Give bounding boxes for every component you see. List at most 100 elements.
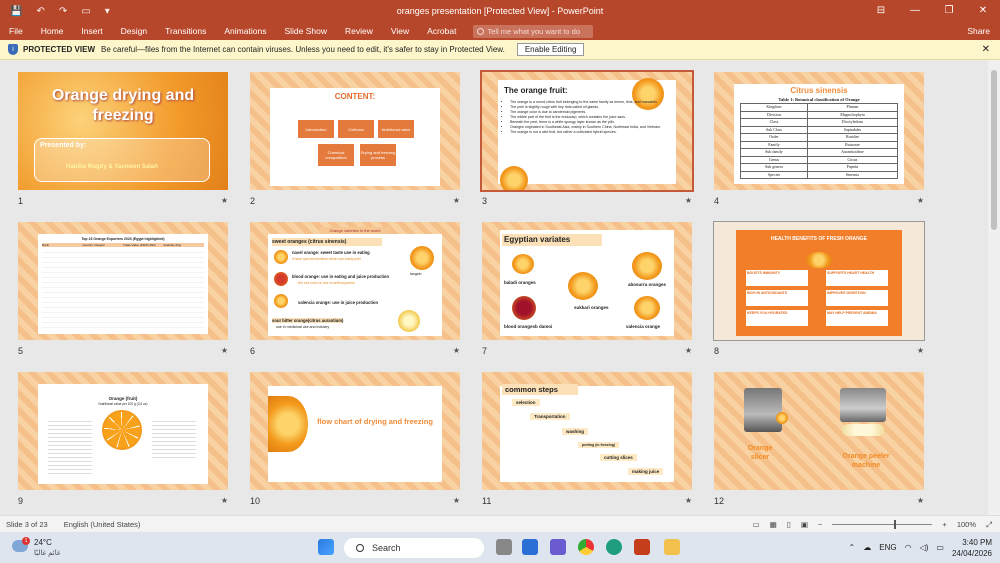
input-language[interactable]: ENG <box>879 543 896 552</box>
table-header: Country / Region <box>82 243 106 247</box>
slide-text: sour bitter orange(citrus aurantium) <box>272 318 344 323</box>
mail-icon[interactable] <box>522 539 538 555</box>
tab-transitions[interactable]: Transitions <box>156 22 215 40</box>
slide-title: Top 15 Orange Exporters 2023 (Egypt high… <box>81 237 165 241</box>
redo-icon[interactable]: ↷ <box>59 6 67 17</box>
save-icon[interactable]: 💾 <box>10 6 22 17</box>
content-box: Chemical composition <box>318 144 354 166</box>
table-cell: Sub family <box>740 148 808 157</box>
enable-editing-button[interactable]: Enable Editing <box>516 43 585 56</box>
benefit-card: MAY HELP PREVENT ANEMIA <box>826 310 888 326</box>
close-button[interactable]: ✕ <box>966 0 1000 22</box>
slide-text: Habiba Magdy & Yasmeen Salah <box>66 164 158 170</box>
content-box: Nutritional value <box>378 120 414 138</box>
slide-title: Egyptian variates <box>502 234 602 246</box>
peeler-machine-image <box>840 388 886 422</box>
status-bar: Slide 3 of 23 English (United States) ▭ … <box>0 515 1000 532</box>
chrome-icon[interactable] <box>578 539 594 555</box>
slide-thumbnail-8[interactable]: HEALTH BENEFITS OF FRESH ORANGE BOOSTS I… <box>713 221 925 356</box>
slide-number: 1 <box>18 196 24 206</box>
transition-star-icon: ★ <box>452 496 460 505</box>
normal-view-icon[interactable]: ▭ <box>753 520 760 529</box>
vertical-scrollbar[interactable] <box>988 60 1000 515</box>
reading-view-icon[interactable]: ▯ <box>787 520 791 529</box>
variety-label: valencia orange <box>626 324 661 329</box>
tab-insert[interactable]: Insert <box>72 22 111 40</box>
minimize-button[interactable]: — <box>898 0 932 22</box>
tell-me-search[interactable]: Tell me what you want to do <box>473 24 594 38</box>
taskbar-search[interactable]: Search <box>344 538 484 558</box>
weather-widget[interactable]: 1 24°C غائم غالبًا <box>10 536 90 560</box>
slide-text: tangelo <box>410 272 422 276</box>
machine-label: Orange slicer <box>747 445 773 461</box>
slide-thumbnail-2[interactable]: CONTENT: Introduction Cultivars Nutritio… <box>250 72 460 206</box>
zoom-slider[interactable] <box>832 520 933 529</box>
slide-thumbnail-3[interactable]: The orange fruit: The orange is a round … <box>480 70 694 206</box>
teams-icon[interactable] <box>550 539 566 555</box>
table-row: Family Rutaceae <box>740 140 899 149</box>
tab-design[interactable]: Design <box>112 22 156 40</box>
battery-icon[interactable]: ▭ <box>936 543 944 552</box>
slideshow-view-icon[interactable]: ▣ <box>801 520 808 529</box>
transition-star-icon: ★ <box>220 496 228 505</box>
content-box: Introduction <box>298 120 334 138</box>
slide-title: Orange drying and freezing <box>51 87 195 124</box>
slide-number: 3 <box>482 196 488 206</box>
chevron-up-icon[interactable]: ⌃ <box>849 543 856 552</box>
slide-thumbnail-5[interactable]: Top 15 Orange Exporters 2023 (Egypt high… <box>18 222 228 356</box>
transition-star-icon: ★ <box>220 196 228 205</box>
language-indicator[interactable]: English (United States) <box>64 520 141 529</box>
present-icon[interactable]: ▭ <box>81 6 90 17</box>
table-cell: Aurantioideae <box>806 148 899 157</box>
volume-icon[interactable]: ◁) <box>920 543 929 552</box>
zoom-in-icon[interactable]: + <box>942 520 946 529</box>
slide-thumbnail-11[interactable]: common steps selection Transportation wa… <box>482 372 692 506</box>
tab-file[interactable]: File <box>0 22 32 40</box>
network-icon[interactable]: ☁ <box>863 543 871 552</box>
ribbon-display-icon[interactable]: ⊟ <box>864 0 898 22</box>
tab-slide-show[interactable]: Slide Show <box>275 22 336 40</box>
slide-title: CONTENT: <box>334 92 376 101</box>
file-explorer-icon[interactable] <box>664 539 680 555</box>
slide-number: 4 <box>714 196 720 206</box>
tab-review[interactable]: Review <box>336 22 382 40</box>
tab-animations[interactable]: Animations <box>215 22 275 40</box>
zoom-out-icon[interactable]: − <box>818 520 822 529</box>
slide-thumbnail-6[interactable]: Orange varieties in the world sweet oran… <box>250 222 460 356</box>
close-icon[interactable]: ✕ <box>982 44 990 55</box>
zoom-level[interactable]: 100% <box>957 520 976 529</box>
undo-icon[interactable]: ↶ <box>36 6 44 17</box>
clock[interactable]: 3:40 PM 24/04/2026 <box>952 537 992 559</box>
slide-thumbnail-4[interactable]: Citrus sinensis Table 1: Botanical class… <box>714 72 924 206</box>
benefit-card: SUPPORTS HEART HEALTH <box>826 270 888 286</box>
fit-to-window-icon[interactable]: ⤢ <box>986 520 992 530</box>
slide-thumbnail-10[interactable]: flow chart of drying and freezing 10 ★ <box>250 372 460 506</box>
task-view-icon[interactable] <box>496 539 512 555</box>
slide-title: common steps <box>502 384 578 395</box>
tab-acrobat[interactable]: Acrobat <box>418 22 465 40</box>
table-row: Sub Class Sapindales <box>740 125 899 134</box>
table-cell: Kingdom <box>740 103 808 112</box>
slide-thumbnail-1[interactable]: Orange drying and freezing Presented by:… <box>18 72 228 206</box>
slide-thumbnail-12[interactable]: Orange slicer Orange peeler machine 12 ★ <box>714 372 924 506</box>
variety-label: abosurra oranges <box>628 282 667 287</box>
restore-button[interactable]: ❐ <box>932 0 966 22</box>
customize-icon[interactable]: ▾ <box>105 6 110 17</box>
whatsapp-icon[interactable] <box>606 539 622 555</box>
slide-number: 7 <box>482 346 488 356</box>
slide-title: flow chart of drying and freezing <box>317 417 433 426</box>
slide-sorter-view-icon[interactable]: ▦ <box>770 520 777 529</box>
slide-thumbnail-7[interactable]: Egyptian variates baladi oranges sukkari… <box>482 222 692 356</box>
protected-view-message: Be careful—files from the Internet can c… <box>101 45 505 54</box>
tab-home[interactable]: Home <box>32 22 73 40</box>
share-button[interactable]: Share <box>967 22 990 40</box>
wifi-icon[interactable]: ◠ <box>905 543 912 552</box>
step-box: cutting slices <box>600 454 637 461</box>
slide-text: navel orange: sweet taste use in eating <box>292 250 370 255</box>
slide-thumbnail-9[interactable]: Orange (fruit) Nutritional value per 100… <box>18 372 228 506</box>
tab-view[interactable]: View <box>382 22 418 40</box>
powerpoint-icon[interactable] <box>634 539 650 555</box>
table-row: Division Magnoliophyta <box>740 110 899 119</box>
windows-start-icon[interactable] <box>318 539 334 555</box>
transition-star-icon: ★ <box>916 496 924 505</box>
